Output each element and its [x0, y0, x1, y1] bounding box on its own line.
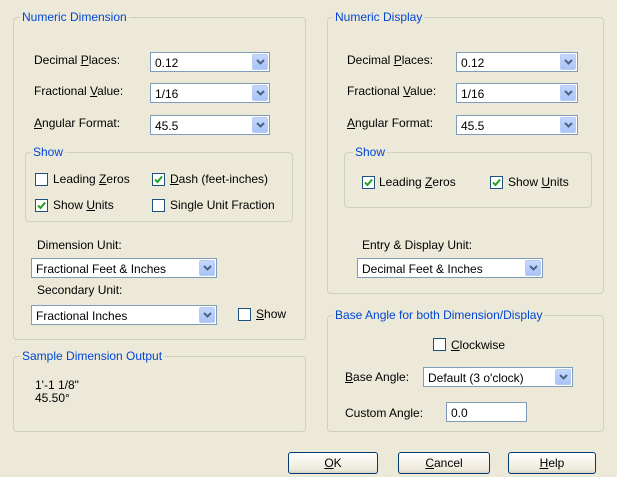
checkmark-icon: [364, 178, 373, 187]
clockwise-checkbox[interactable]: [433, 338, 446, 351]
sample-output-line1: 1'-1 1/8": [35, 378, 79, 392]
chevron-down-icon[interactable]: [252, 117, 268, 133]
display-angular-format-select[interactable]: 45.5: [456, 115, 578, 135]
cancel-button[interactable]: Cancel: [398, 452, 490, 474]
show-legend-right: Show: [353, 145, 388, 159]
chevron-down-icon[interactable]: [525, 260, 541, 276]
entry-display-unit-label: Entry & Display Unit:: [362, 238, 473, 252]
sample-output-legend: Sample Dimension Output: [20, 349, 165, 363]
angular-format-value: 45.5: [155, 119, 179, 133]
help-button[interactable]: Help: [508, 452, 596, 474]
base-angle-value: Default (3 o'clock): [428, 371, 524, 385]
angular-format-label: Angular Format:: [34, 116, 121, 130]
display-decimal-places-select[interactable]: 0.12: [456, 52, 578, 72]
display-decimal-places-value: 0.12: [461, 56, 485, 70]
decimal-places-select[interactable]: 0.12: [150, 52, 270, 72]
custom-angle-value: 0.0: [451, 406, 468, 420]
display-fractional-value-value: 1/16: [461, 87, 485, 101]
base-angle-legend: Base Angle for both Dimension/Display: [333, 308, 545, 322]
chevron-down-icon[interactable]: [199, 307, 215, 323]
display-show-units-checkbox[interactable]: [490, 176, 503, 189]
custom-angle-input[interactable]: 0.0: [446, 402, 527, 422]
chevron-down-icon[interactable]: [560, 85, 576, 101]
display-decimal-places-label: Decimal Places:: [347, 53, 434, 67]
entry-display-unit-select[interactable]: Decimal Feet & Inches: [357, 258, 543, 278]
base-angle-label: Base Angle:: [345, 370, 410, 384]
fractional-value-label: Fractional Value:: [34, 84, 124, 98]
chevron-down-icon[interactable]: [252, 54, 268, 70]
ok-button[interactable]: OK: [288, 452, 378, 474]
fractional-value-value: 1/16: [155, 87, 179, 101]
secondary-show-checkbox[interactable]: [238, 308, 251, 321]
numeric-dimension-legend: Numeric Dimension: [20, 10, 129, 24]
chevron-down-icon[interactable]: [555, 369, 571, 385]
show-legend-left: Show: [31, 145, 66, 159]
chevron-down-icon[interactable]: [560, 117, 576, 133]
secondary-show-label[interactable]: Show: [256, 307, 286, 321]
display-angular-format-value: 45.5: [461, 119, 485, 133]
entry-display-unit-value: Decimal Feet & Inches: [362, 262, 483, 276]
dimension-unit-label: Dimension Unit:: [37, 238, 122, 252]
numeric-display-legend: Numeric Display: [333, 10, 425, 24]
chevron-down-icon[interactable]: [560, 54, 576, 70]
display-angular-format-label: Angular Format:: [347, 116, 434, 130]
decimal-places-label: Decimal Places:: [34, 53, 121, 67]
decimal-places-value: 0.12: [155, 56, 179, 70]
dash-checkbox[interactable]: [152, 173, 165, 186]
sample-output-line2: 45.50°: [35, 391, 70, 405]
show-units-label-left[interactable]: Show Units: [53, 198, 114, 212]
units-dialog: { "numeric_dimension": { "legend": "Nume…: [0, 0, 617, 477]
leading-zeros-checkbox[interactable]: [35, 173, 48, 186]
dash-label[interactable]: Dash (feet-inches): [170, 172, 268, 186]
dimension-unit-select[interactable]: Fractional Feet & Inches: [31, 258, 217, 278]
clockwise-label[interactable]: Clockwise: [451, 338, 505, 352]
dimension-unit-value: Fractional Feet & Inches: [36, 262, 167, 276]
angular-format-select[interactable]: 45.5: [150, 115, 270, 135]
checkmark-icon: [37, 201, 46, 210]
show-units-checkbox-left[interactable]: [35, 199, 48, 212]
chevron-down-icon[interactable]: [199, 260, 215, 276]
secondary-unit-label: Secondary Unit:: [37, 283, 123, 297]
secondary-unit-value: Fractional Inches: [36, 309, 128, 323]
fractional-value-select[interactable]: 1/16: [150, 83, 270, 103]
secondary-unit-select[interactable]: Fractional Inches: [31, 305, 217, 325]
chevron-down-icon[interactable]: [252, 85, 268, 101]
single-unit-fraction-label[interactable]: Single Unit Fraction: [170, 198, 275, 212]
display-fractional-value-select[interactable]: 1/16: [456, 83, 578, 103]
leading-zeros-label[interactable]: Leading Zeros: [53, 172, 130, 186]
single-unit-fraction-checkbox[interactable]: [152, 199, 165, 212]
display-leading-zeros-label[interactable]: Leading Zeros: [379, 175, 456, 189]
checkmark-icon: [492, 178, 501, 187]
base-angle-select[interactable]: Default (3 o'clock): [423, 367, 573, 387]
display-fractional-value-label: Fractional Value:: [347, 84, 437, 98]
custom-angle-label: Custom Angle:: [345, 406, 424, 420]
display-leading-zeros-checkbox[interactable]: [362, 176, 375, 189]
display-show-units-label[interactable]: Show Units: [508, 175, 569, 189]
checkmark-icon: [154, 175, 163, 184]
